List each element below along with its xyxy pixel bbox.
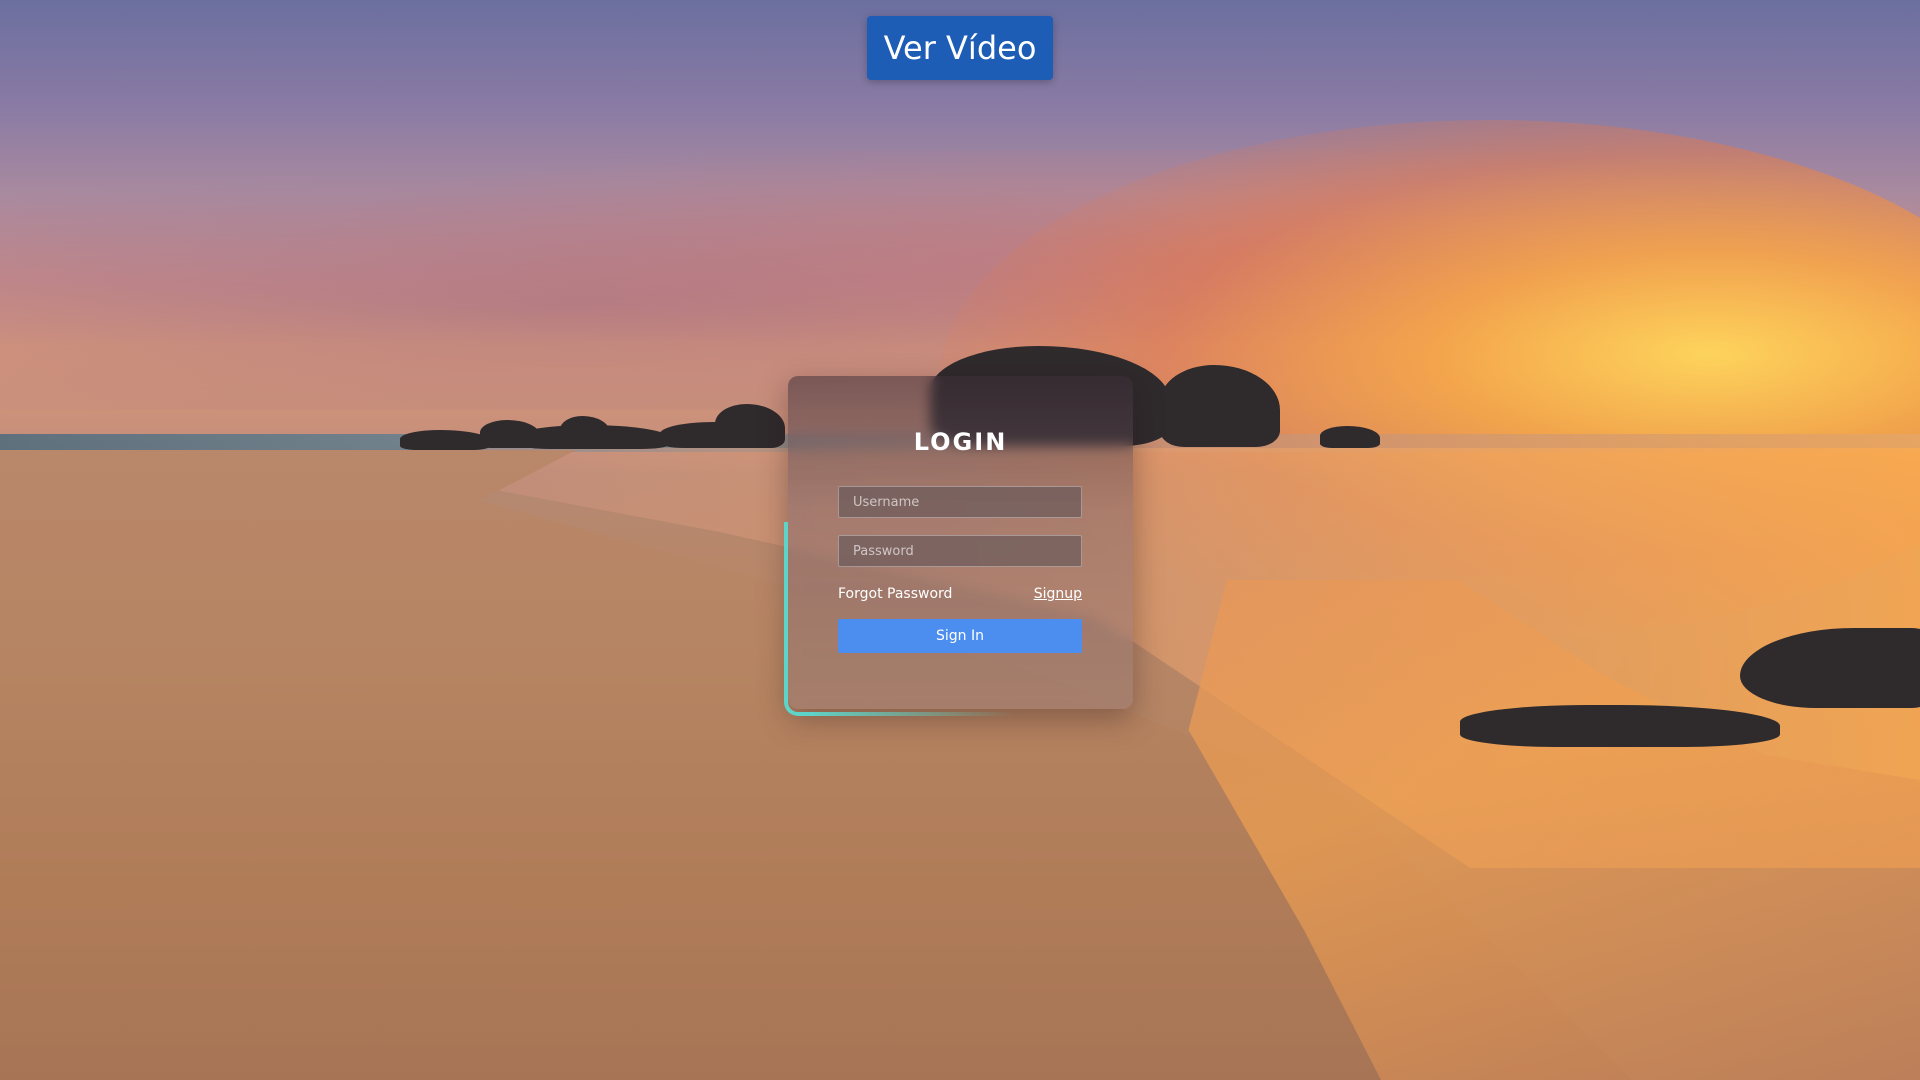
- card-accent-line: [804, 712, 1014, 716]
- rock: [1460, 705, 1780, 747]
- card-accent-border: [784, 522, 1014, 716]
- login-card: LOGIN Forgot Password Signup Sign In: [784, 376, 1133, 716]
- rock: [715, 404, 785, 448]
- rock: [1320, 426, 1380, 448]
- watch-video-button[interactable]: Ver Vídeo: [867, 16, 1053, 80]
- rock: [400, 430, 490, 450]
- username-input[interactable]: [838, 486, 1082, 518]
- rock: [560, 416, 610, 446]
- password-input[interactable]: [838, 535, 1082, 567]
- forgot-password-link[interactable]: Forgot Password: [838, 586, 952, 602]
- signup-link[interactable]: Signup: [1034, 586, 1082, 602]
- login-title: LOGIN: [913, 428, 1008, 456]
- sign-in-button[interactable]: Sign In: [838, 619, 1082, 653]
